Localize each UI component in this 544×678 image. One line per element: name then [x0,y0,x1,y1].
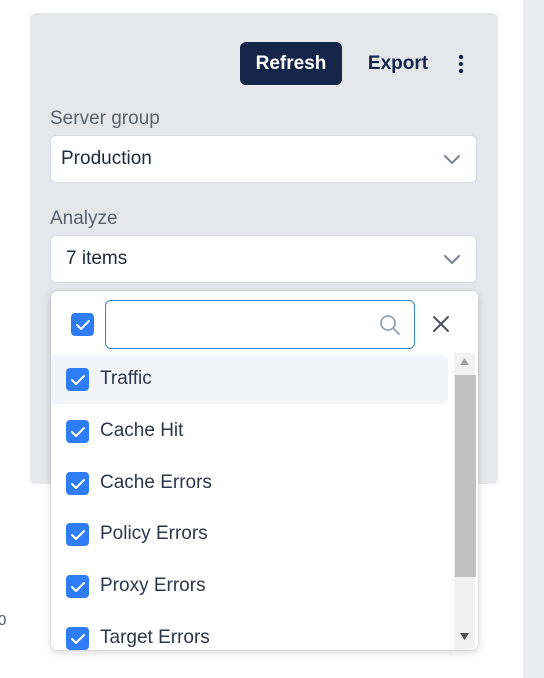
option-policy-errors[interactable]: Policy Errors [51,510,448,559]
search-icon [380,315,400,335]
checkmark-icon [70,529,85,540]
analyze-select[interactable]: 7 items [50,235,477,283]
analyze-value: 7 items [66,248,128,269]
analyze-dropdown-menu: Traffic Cache Hit Cache Errors Policy Er… [51,291,478,650]
background-divider [520,0,523,678]
analyze-label: Analyze [50,208,118,229]
checkmark-icon [70,426,85,437]
option-label: Cache Errors [100,472,212,493]
scroll-down-arrow-icon[interactable] [457,629,472,643]
option-cache-errors[interactable]: Cache Errors [51,459,448,508]
option-checkbox[interactable] [66,627,89,650]
options-search-input[interactable] [105,300,415,349]
option-label: Policy Errors [100,523,208,544]
option-label: Proxy Errors [100,575,206,596]
option-traffic[interactable]: Traffic [51,355,448,404]
scrollbar-thumb[interactable] [455,375,476,577]
checkmark-icon [75,319,90,330]
checkmark-icon [70,374,85,385]
option-checkbox[interactable] [66,523,89,546]
more-vertical-icon [458,54,464,74]
option-checkbox[interactable] [66,420,89,443]
background-partial-text: 0 [0,612,7,629]
option-label: Target Errors [100,627,210,648]
server-group-select[interactable]: Production [50,135,477,183]
more-options-button[interactable] [448,48,474,80]
options-list: Traffic Cache Hit Cache Errors Policy Er… [51,353,478,650]
option-cache-hit[interactable]: Cache Hit [51,407,448,456]
server-group-label: Server group [50,108,160,129]
checkmark-icon [70,478,85,489]
option-label: Cache Hit [100,420,184,441]
option-checkbox[interactable] [66,575,89,598]
chevron-down-icon [444,255,460,264]
checkmark-icon [70,633,85,644]
server-group-value: Production [61,148,152,169]
option-proxy-errors[interactable]: Proxy Errors [51,562,448,611]
select-all-checkbox[interactable] [71,313,94,336]
checkmark-icon [70,581,85,592]
refresh-button[interactable]: Refresh [240,42,342,85]
scroll-up-arrow-icon[interactable] [457,355,472,369]
option-label: Traffic [100,368,152,389]
export-button[interactable]: Export [354,42,442,85]
chevron-down-icon [444,155,460,164]
background-scroll-region [520,0,544,678]
option-checkbox[interactable] [66,472,89,495]
option-checkbox[interactable] [66,368,89,391]
page: 0 Refresh Export Server group Production… [0,0,544,678]
options-scrollbar[interactable] [454,353,476,650]
option-target-errors[interactable]: Target Errors [51,614,448,650]
close-icon[interactable] [430,313,452,335]
